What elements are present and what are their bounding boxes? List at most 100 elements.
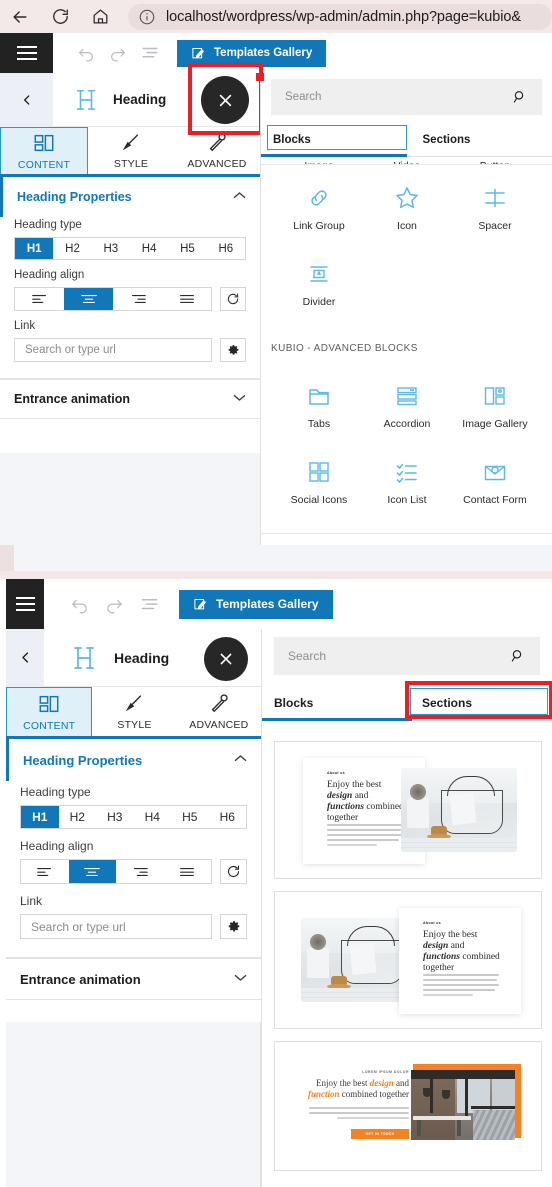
site-info-icon[interactable] [138, 8, 156, 26]
url-bar[interactable]: localhost/wordpress/wp-admin/admin.php?p… [128, 3, 552, 30]
browser-back-icon[interactable] [0, 0, 40, 33]
link-settings-button[interactable] [220, 914, 247, 939]
link-input[interactable]: Search or type url [14, 338, 212, 362]
tab-content[interactable]: CONTENT [6, 687, 93, 736]
chevron-down-icon[interactable] [233, 393, 246, 405]
heading-type-h2[interactable]: H2 [53, 238, 92, 259]
section-card[interactable]: About us Enjoy the best design and funct… [274, 741, 542, 879]
editor-toolbar-bottom: Templates Gallery [6, 579, 552, 629]
section-card[interactable]: About us Enjoy the best design and funct… [274, 891, 542, 1029]
gear-icon [227, 344, 240, 357]
kubio-panel-blocks: Templates Gallery Heading CONTENT STYLE … [0, 33, 552, 545]
undo-icon[interactable] [77, 44, 95, 62]
templates-gallery-button[interactable]: Templates Gallery [177, 39, 327, 67]
align-right-button[interactable] [116, 860, 164, 883]
heading-type-h6[interactable]: H6 [206, 238, 245, 259]
block-label: Image [304, 160, 333, 164]
heading-align-reset-button[interactable] [220, 859, 247, 884]
entrance-animation-header[interactable]: Entrance animation [6, 959, 261, 999]
heading-align-buttons[interactable] [20, 859, 212, 884]
block-item-tabs[interactable]: Tabs [275, 383, 363, 430]
redo-icon[interactable] [109, 44, 127, 62]
inserter-pane-top: Search Blocks Sections Image Video [260, 73, 552, 545]
undo-icon[interactable] [70, 595, 89, 614]
chevron-up-icon[interactable] [234, 754, 247, 766]
section-thumbnail: About us Enjoy the best design and funct… [275, 742, 541, 878]
block-item-icon[interactable]: Icon [363, 185, 451, 232]
heading-type-h3[interactable]: H3 [91, 238, 130, 259]
inserter-tab-blocks[interactable]: Blocks [262, 685, 404, 720]
tab-style[interactable]: STYLE [92, 687, 177, 736]
back-to-blocks-button[interactable] [0, 72, 53, 127]
heading-type-buttons[interactable]: H1 H2 H3 H4 H5 H6 [14, 237, 246, 260]
block-item-social-icons[interactable]: Social Icons [275, 459, 363, 506]
hamburger-menu-icon[interactable] [0, 33, 53, 73]
tab-style[interactable]: STYLE [88, 127, 174, 174]
heading-type-h2[interactable]: H2 [58, 806, 96, 828]
list-view-icon[interactable] [141, 44, 159, 62]
search-icon[interactable] [510, 648, 526, 664]
heading-align-buttons[interactable] [14, 287, 212, 311]
tab-advanced-label: ADVANCED [187, 158, 247, 170]
chevron-up-icon[interactable] [233, 191, 246, 203]
align-center-button[interactable] [68, 860, 116, 883]
block-item-link-group[interactable]: Link Group [275, 185, 363, 232]
align-left-button[interactable] [15, 288, 64, 310]
heading-type-h3[interactable]: H3 [96, 806, 134, 828]
link-field: Link Search or type url [0, 311, 260, 378]
heading-align-reset-button[interactable] [220, 287, 246, 311]
heading-type-h4[interactable]: H4 [129, 238, 169, 259]
heading-properties-header[interactable]: Heading Properties [6, 739, 261, 781]
templates-gallery-button[interactable]: Templates Gallery [179, 589, 333, 619]
align-right-icon [129, 292, 147, 306]
heading-type-h5[interactable]: H5 [168, 238, 207, 259]
browser-home-icon[interactable] [80, 0, 120, 33]
block-item[interactable]: Image [275, 151, 363, 164]
tab-advanced[interactable]: ADVANCED [174, 127, 260, 174]
block-item-divider[interactable]: Divider [275, 261, 363, 308]
block-item-spacer[interactable]: Spacer [451, 185, 539, 232]
heading-type-h6[interactable]: H6 [208, 806, 246, 828]
link-settings-button[interactable] [220, 338, 246, 362]
link-chain-icon [306, 185, 332, 211]
inserter-search[interactable]: Search [274, 637, 540, 675]
close-panel-button[interactable] [204, 637, 248, 681]
link-field: Link Search or type url [6, 884, 261, 957]
block-item[interactable]: Button [451, 151, 539, 164]
block-item[interactable]: Video [363, 151, 451, 164]
block-item-image-gallery[interactable]: Image Gallery [451, 383, 539, 430]
heading-properties-header[interactable]: Heading Properties [0, 177, 260, 217]
tab-advanced[interactable]: ADVANCED [176, 687, 261, 736]
link-input[interactable]: Search or type url [20, 914, 212, 939]
settings-empty-area-bottom [6, 1022, 261, 1187]
heading-type-h4[interactable]: H4 [133, 806, 171, 828]
chevron-down-icon[interactable] [234, 973, 247, 985]
hamburger-menu-icon[interactable] [6, 579, 44, 629]
redo-icon[interactable] [105, 595, 124, 614]
search-icon[interactable] [512, 89, 528, 105]
settings-tabs-bottom: CONTENT STYLE ADVANCED [6, 687, 261, 739]
advanced-blocks-row1: Tabs Accordion Image Gallery [261, 383, 552, 430]
browser-reload-icon[interactable] [40, 0, 80, 33]
align-justify-button[interactable] [162, 288, 211, 310]
block-item-accordion[interactable]: Accordion [363, 383, 451, 430]
block-item-icon-list[interactable]: Icon List [363, 459, 451, 506]
list-view-icon[interactable] [140, 595, 159, 614]
block-header-title: Heading [113, 92, 167, 107]
close-panel-button[interactable] [201, 76, 249, 124]
block-item-contact-form[interactable]: Contact Form [451, 459, 539, 506]
align-left-button[interactable] [21, 860, 69, 883]
heading-type-h1[interactable]: H1 [21, 806, 59, 828]
tab-content[interactable]: CONTENT [0, 127, 88, 174]
align-right-button[interactable] [113, 288, 162, 310]
section-card[interactable]: LOREM IPSUM DOLOR Enjoy the best design … [274, 1041, 542, 1171]
align-justify-button[interactable] [163, 860, 211, 883]
inserter-search[interactable]: Search [271, 79, 542, 115]
entrance-animation-header[interactable]: Entrance animation [0, 380, 260, 418]
heading-type-h1[interactable]: H1 [15, 238, 54, 259]
social-icons-icon [306, 459, 332, 485]
back-to-blocks-button[interactable] [6, 628, 44, 687]
heading-type-buttons[interactable]: H1 H2 H3 H4 H5 H6 [20, 805, 247, 829]
align-center-button[interactable] [64, 288, 113, 310]
heading-type-h5[interactable]: H5 [171, 806, 209, 828]
